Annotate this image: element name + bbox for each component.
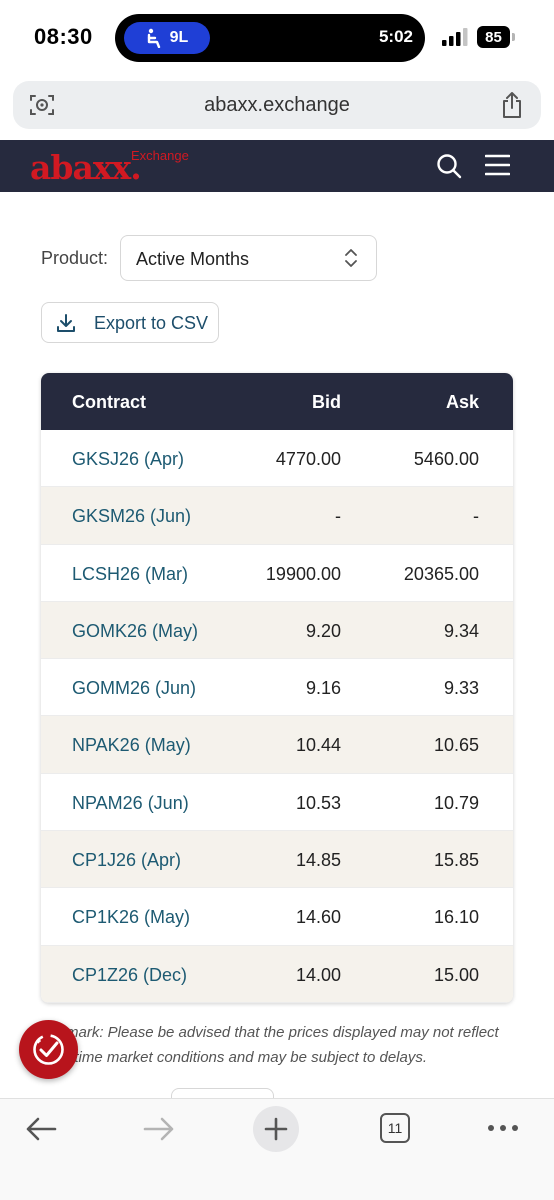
remark-line-1: mark: Please be advised that the prices … (66, 1024, 499, 1041)
table-header: Contract Bid Ask (41, 373, 513, 430)
bid-value: 19900.00 (265, 563, 341, 584)
back-arrow-icon[interactable] (24, 1114, 58, 1144)
bid-value: 9.20 (305, 620, 341, 641)
search-icon[interactable] (436, 153, 462, 179)
partially-visible-button[interactable] (171, 1088, 274, 1098)
bid-value: 4770.00 (275, 449, 341, 469)
contract-link[interactable]: GKSM26 (Jun) (72, 506, 191, 527)
ask-value: 20365.00 (403, 563, 479, 584)
new-tab-button[interactable] (253, 1106, 299, 1152)
contract-link[interactable]: GOMK26 (May) (72, 621, 198, 642)
bid-value: 9.16 (305, 678, 341, 699)
ask-value: 16.10 (433, 907, 479, 928)
table-row: CP1Z26 (Dec) 14.00 15.00 (41, 945, 513, 1003)
browser-toolbar: 11 (0, 1098, 554, 1200)
contract-link[interactable]: LCSH26 (Mar) (72, 564, 188, 585)
ask-value: 5460.00 (413, 449, 479, 469)
battery-level: 85 (477, 26, 510, 48)
forward-arrow-icon[interactable] (142, 1114, 176, 1144)
browser-address-area: abaxx.exchange (0, 76, 554, 140)
contract-link[interactable]: NPAK26 (May) (72, 735, 191, 756)
island-timer: 5:02 (378, 27, 413, 46)
header-ask[interactable]: Ask (446, 392, 479, 413)
main-content: Product: Active Months Export to CSV Con… (0, 192, 554, 1098)
table-row: GKSJ26 (Apr) 4770.00 5460.00 (41, 430, 513, 488)
table-row: GOMK26 (May) 9.20 9.34 (41, 601, 513, 660)
table-row: CP1J26 (Apr) 14.85 15.85 (41, 831, 513, 889)
table-row: GOMM26 (Jun) 9.16 9.33 (41, 659, 513, 717)
contract-link[interactable]: CP1J26 (Apr) (72, 850, 181, 871)
contract-link[interactable]: CP1Z26 (Dec) (72, 965, 187, 986)
product-label: Product: (41, 248, 109, 268)
dynamic-island[interactable]: 9L 5:02 (115, 14, 425, 62)
ask-value: 15.00 (433, 964, 479, 985)
ask-value: 15.85 (433, 850, 479, 871)
export-csv-button[interactable]: Export to CSV (41, 302, 219, 343)
battery-cap (512, 33, 515, 41)
header-bid[interactable]: Bid (312, 392, 341, 413)
contract-link[interactable]: GKSJ26 (Apr) (72, 449, 184, 470)
bid-value: 14.00 (295, 964, 341, 985)
cellular-signal-icon (442, 28, 468, 46)
address-bar[interactable]: abaxx.exchange (13, 81, 541, 129)
table-row: GKSM26 (Jun) - - (41, 487, 513, 545)
table-row: NPAM26 (Jun) 10.53 10.79 (41, 773, 513, 832)
bid-value: 10.53 (295, 792, 341, 813)
prices-table: Contract Bid Ask GKSJ26 (Apr) 4770.00 54… (41, 373, 513, 1003)
more-icon[interactable] (487, 1124, 519, 1132)
product-select[interactable]: Active Months (120, 235, 377, 281)
island-activity-pill[interactable]: 9L (124, 22, 210, 54)
status-bar: 08:30 9L 5:02 85 (0, 0, 554, 76)
share-icon[interactable] (501, 91, 523, 119)
abaxx-logo[interactable]: abaxx. (30, 148, 142, 187)
bid-value: - (335, 506, 341, 527)
contract-link[interactable]: NPAM26 (Jun) (72, 793, 189, 814)
export-csv-label: Export to CSV (94, 313, 209, 333)
remark-text: mark: Please be advised that the prices … (66, 1020, 526, 1070)
download-icon (57, 314, 75, 332)
up-down-chevron-icon (345, 249, 357, 267)
table-row: CP1K26 (May) 14.60 16.10 (41, 888, 513, 946)
island-pill-label: 9L (169, 29, 189, 46)
header-contract[interactable]: Contract (72, 392, 146, 413)
battery-icon: 85 (477, 26, 515, 48)
contract-link[interactable]: CP1K26 (May) (72, 907, 190, 928)
bid-value: 10.44 (295, 735, 341, 756)
logo-subtitle: Exchange (131, 148, 189, 163)
bid-value: 14.60 (295, 907, 341, 928)
contract-link[interactable]: GOMM26 (Jun) (72, 678, 196, 699)
plus-icon (264, 1117, 288, 1141)
checklist-badge-icon (33, 1034, 64, 1065)
seat-icon (147, 28, 160, 48)
status-time: 08:30 (34, 24, 93, 49)
remark-line-2: l-time market conditions and may be subj… (66, 1049, 428, 1066)
url-text[interactable]: abaxx.exchange (13, 94, 541, 117)
table-body: GKSJ26 (Apr) 4770.00 5460.00 GKSM26 (Jun… (41, 430, 513, 1003)
ask-value: - (473, 506, 479, 527)
product-select-value: Active Months (136, 249, 250, 269)
hamburger-menu-icon[interactable] (485, 153, 510, 177)
tabs-icon[interactable]: 11 (380, 1113, 410, 1143)
ask-value: 10.79 (433, 792, 479, 813)
checklist-badge-button[interactable] (19, 1020, 78, 1079)
site-header: abaxx. Exchange (0, 140, 554, 192)
table-row: LCSH26 (Mar) 19900.00 20365.00 (41, 544, 513, 602)
ask-value: 9.33 (443, 678, 479, 699)
ask-value: 10.65 (433, 735, 479, 756)
ask-value: 9.34 (443, 620, 479, 641)
table-row: NPAK26 (May) 10.44 10.65 (41, 716, 513, 774)
bid-value: 14.85 (295, 850, 341, 871)
